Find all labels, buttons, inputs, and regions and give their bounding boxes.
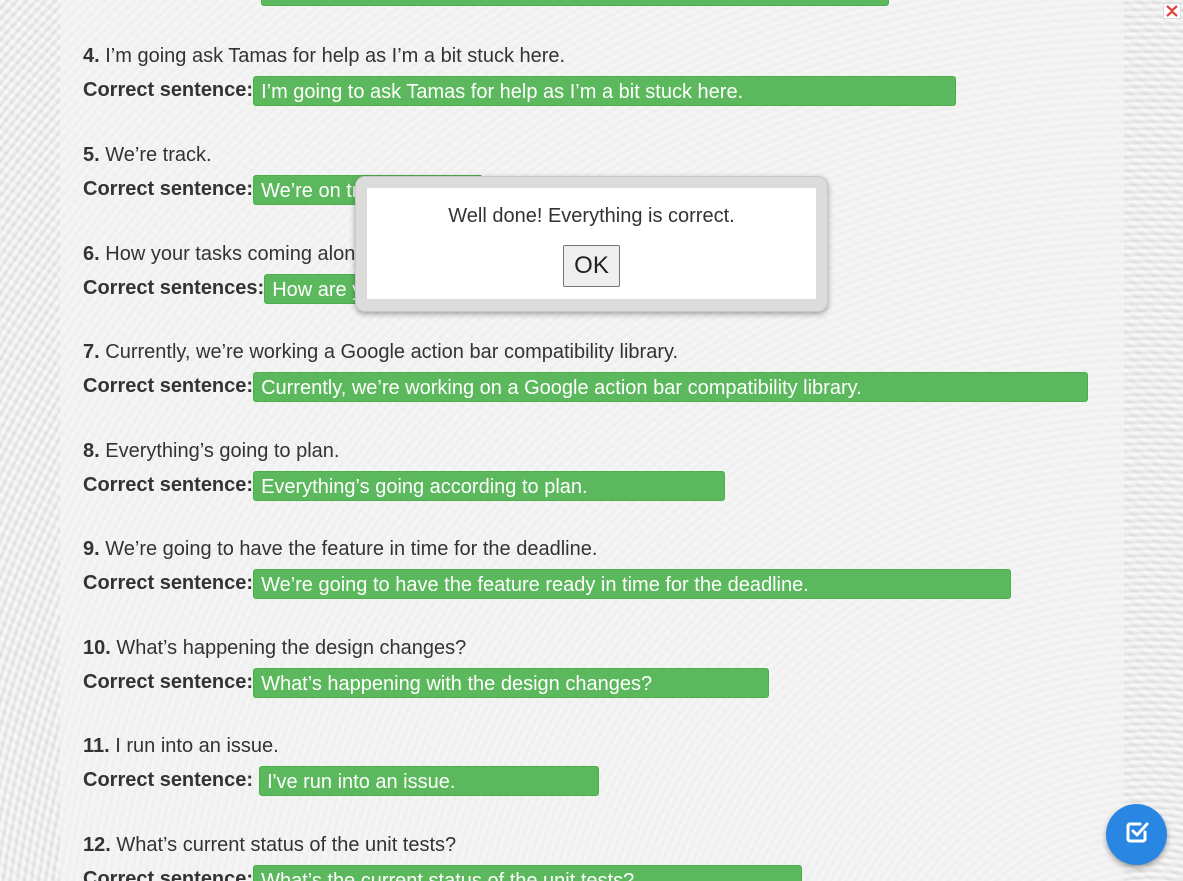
exercise-item-4: 4. I’m going ask Tamas for help as I’m a… xyxy=(83,44,957,106)
answer-input[interactable]: I've run into an issue. xyxy=(259,765,600,796)
question-text: 11. I run into an issue. xyxy=(83,734,599,758)
question-sentence: What’s happening the design changes? xyxy=(116,637,467,659)
close-icon[interactable] xyxy=(1163,3,1181,19)
question-number: 7. xyxy=(83,341,100,363)
question-text: 12. What’s current status of the unit te… xyxy=(83,833,802,857)
answer-label: Correct sentence: xyxy=(83,769,254,791)
question-number: 4. xyxy=(83,45,100,67)
question-text: 10. What’s happening the design changes? xyxy=(83,636,769,660)
answer-input[interactable]: I’m going to ask Tamas for help as I’m a… xyxy=(253,75,957,106)
ok-button[interactable]: OK xyxy=(563,245,620,287)
answer-label: Correct sentence: xyxy=(83,572,254,594)
answer-label: Correct sentence: xyxy=(83,868,254,881)
question-number: 10. xyxy=(83,637,111,659)
question-text: 4. I’m going ask Tamas for help as I’m a… xyxy=(83,44,956,68)
dialog-message: Well done! Everything is correct. xyxy=(448,205,735,227)
answer-input[interactable]: What’s happening with the design changes… xyxy=(253,667,770,698)
answer-input[interactable]: What’s the current status of the unit te… xyxy=(253,864,803,881)
exercise-panel: 4. I’m going ask Tamas for help as I’m a… xyxy=(60,0,1124,881)
question-sentence: I run into an issue. xyxy=(115,735,279,757)
question-sentence: Everything’s going to plan. xyxy=(105,440,340,462)
question-number: 11. xyxy=(83,735,110,757)
question-number: 8. xyxy=(83,440,100,462)
question-text: 8. Everything’s going to plan. xyxy=(83,439,725,463)
answer-row: Correct sentence: Everything’s going acc… xyxy=(83,470,726,501)
question-sentence: How your tasks coming along? xyxy=(105,243,378,265)
exercise-item-8: 8. Everything’s going to plan. Correct s… xyxy=(83,439,726,501)
question-text: 5. We’re track. xyxy=(83,143,483,167)
answer-input[interactable]: Currently, we’re working on a Google act… xyxy=(253,371,1089,402)
exercise-item-11: 11. I run into an issue. Correct sentenc… xyxy=(83,734,600,796)
check-answers-button[interactable] xyxy=(1106,804,1167,865)
question-sentence: What’s current status of the unit tests? xyxy=(116,834,457,856)
answer-row: Correct sentence: Currently, we’re worki… xyxy=(83,371,1089,402)
answer-row: Correct sentence: I've run into an issue… xyxy=(83,765,600,796)
question-number: 9. xyxy=(83,538,100,560)
question-sentence: We’re track. xyxy=(105,144,212,166)
alert-dialog-body: Well done! Everything is correct. OK xyxy=(367,188,816,299)
exercise-item-10: 10. What’s happening the design changes?… xyxy=(83,636,770,698)
answer-label: Correct sentence: xyxy=(83,79,254,101)
question-text: 7. Currently, we’re working a Google act… xyxy=(83,340,1088,364)
question-number: 12. xyxy=(83,834,111,856)
answer-input[interactable]: Everything’s going according to plan. xyxy=(253,470,726,501)
answer-label: Correct sentence: xyxy=(83,375,254,397)
answer-label: Correct sentence: xyxy=(83,671,254,693)
question-number: 5. xyxy=(83,144,100,166)
question-sentence: Currently, we’re working a Google action… xyxy=(105,341,679,363)
exercise-item-7: 7. Currently, we’re working a Google act… xyxy=(83,340,1089,402)
answer-label: Correct sentence: xyxy=(83,178,254,200)
answer-row: Correct sentence: We’re going to have th… xyxy=(83,568,1012,599)
answer-row: Correct sentence: What’s happening with … xyxy=(83,667,770,698)
exercise-item-9: 9. We’re going to have the feature in ti… xyxy=(83,537,1012,599)
answer-box-partial xyxy=(261,0,889,6)
answer-row: Correct sentence: I’m going to ask Tamas… xyxy=(83,75,957,106)
answer-input[interactable]: We’re going to have the feature ready in… xyxy=(253,568,1012,599)
question-text: 9. We’re going to have the feature in ti… xyxy=(83,537,1011,561)
answer-label: Correct sentence: xyxy=(83,474,254,496)
answer-row: Correct sentence: What’s the current sta… xyxy=(83,864,803,881)
question-number: 6. xyxy=(83,243,100,265)
exercise-item-12: 12. What’s current status of the unit te… xyxy=(83,833,803,881)
alert-dialog: Well done! Everything is correct. OK xyxy=(355,176,828,312)
answer-label: Correct sentences: xyxy=(83,277,265,299)
question-sentence: I’m going ask Tamas for help as I’m a bi… xyxy=(105,45,566,67)
checkbox-check-icon xyxy=(1124,819,1150,850)
question-sentence: We’re going to have the feature in time … xyxy=(105,538,598,560)
